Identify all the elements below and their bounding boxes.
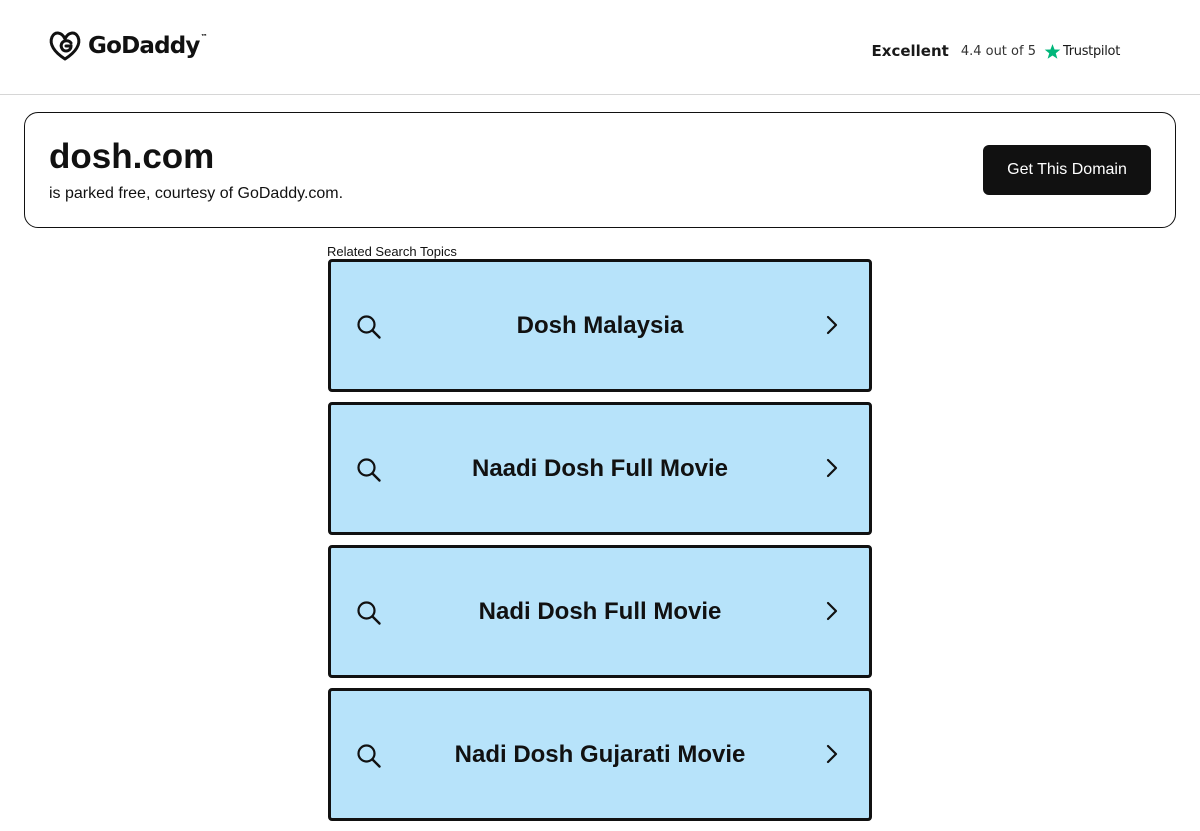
related-topic-item[interactable]: Dosh Malaysia [328, 259, 872, 392]
godaddy-logo-icon [49, 31, 81, 61]
related-topic-item[interactable]: Nadi Dosh Full Movie [328, 545, 872, 678]
related-topic-label: Naadi Dosh Full Movie [471, 454, 729, 482]
search-icon [357, 315, 381, 339]
domain-name: dosh.com [49, 137, 215, 176]
chevron-right-icon [826, 315, 838, 335]
search-icon [357, 744, 381, 768]
site-header: GoDaddy™ Excellent 4.4 out of 5 Trustpil… [0, 0, 1200, 95]
related-topic-label: Nadi Dosh Gujarati Movie [454, 740, 746, 768]
trustpilot-name: Trustpilot [1062, 43, 1120, 59]
get-this-domain-button[interactable]: Get This Domain [983, 145, 1151, 195]
domain-card: dosh.com is parked free, courtesy of GoD… [24, 112, 1176, 228]
search-icon [357, 601, 381, 625]
domain-subtitle: is parked free, courtesy of GoDaddy.com. [49, 185, 344, 202]
trustpilot-rating[interactable]: Excellent 4.4 out of 5 Trustpilot [871, 41, 1121, 61]
related-search-label: Related Search Topics [327, 244, 457, 259]
trustpilot-star-icon [1044, 43, 1061, 59]
chevron-right-icon [826, 458, 838, 478]
related-topic-label: Dosh Malaysia [516, 311, 684, 339]
godaddy-logo[interactable]: GoDaddy™ [48, 30, 208, 62]
related-topic-item[interactable]: Naadi Dosh Full Movie [328, 402, 872, 535]
related-topic-label: Nadi Dosh Full Movie [478, 597, 722, 625]
related-topics-list: Dosh Malaysia Naadi Dosh Full Movie Nadi… [328, 259, 872, 831]
related-topic-item[interactable]: Nadi Dosh Gujarati Movie [328, 688, 872, 821]
chevron-right-icon [826, 601, 838, 621]
logo-wordmark: GoDaddy™ [88, 33, 208, 59]
rating-word: Excellent [871, 42, 949, 60]
rating-score: 4.4 out of 5 [960, 43, 1036, 59]
chevron-right-icon [826, 744, 838, 764]
search-icon [357, 458, 381, 482]
